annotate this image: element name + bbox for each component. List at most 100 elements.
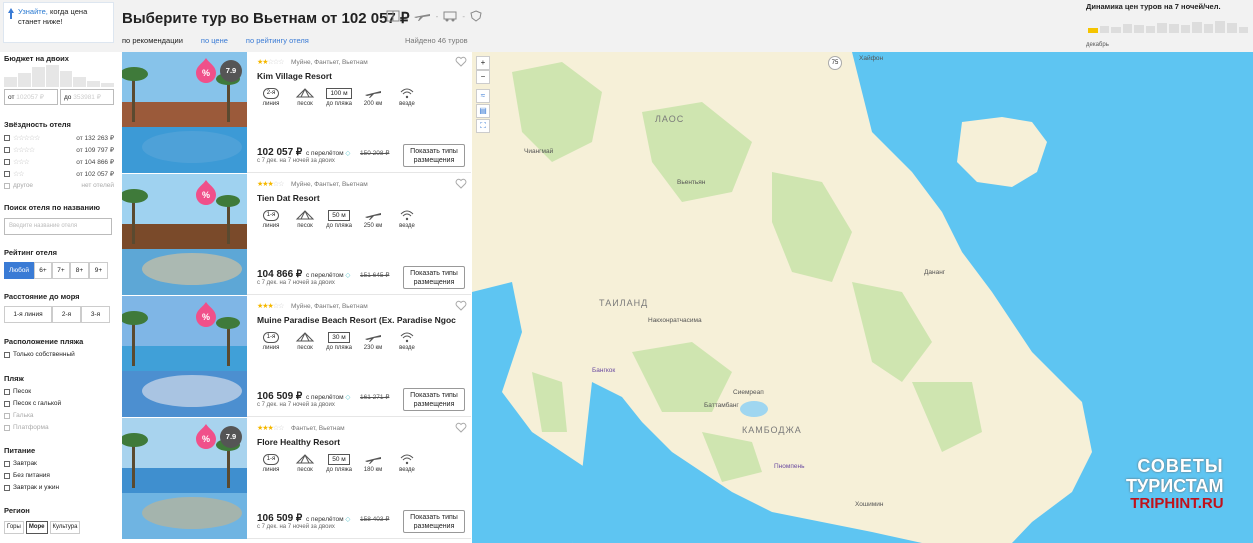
hotel-photo[interactable]: % 7.9 xyxy=(122,418,247,539)
hotel-photo[interactable]: % xyxy=(122,174,247,295)
sort-price[interactable]: по цене xyxy=(201,36,228,45)
favorite-heart-icon[interactable] xyxy=(455,178,467,189)
hotel-stars: ★★★☆☆ xyxy=(257,424,284,432)
sort-tabs: по рекомендации по цене по рейтингу отел… xyxy=(122,36,309,45)
hotel-search-input[interactable]: Введите название отеля xyxy=(4,218,112,235)
distance-label: до пляжа xyxy=(326,223,352,229)
hotel-name[interactable]: Kim Village Resort xyxy=(257,71,332,81)
city-nakhon: Накхонратчасима xyxy=(648,317,702,324)
beach-sand-pebble-checkbox[interactable]: Песок с галькой xyxy=(4,400,61,407)
region-culture[interactable]: Культура xyxy=(49,521,81,534)
beach-sand-checkbox[interactable]: Песок xyxy=(4,388,31,395)
map-zoom-out[interactable]: − xyxy=(476,70,490,84)
food-half-board-label: Завтрак и ужин xyxy=(13,484,60,491)
with-flight-label: с перелётом xyxy=(306,272,344,279)
stars-4-price: от 109 797 ₽ xyxy=(76,147,114,154)
stars-3-checkbox[interactable]: ☆☆☆ xyxy=(4,158,30,166)
wifi-icon xyxy=(400,210,414,221)
hotel-stars: ★★★☆☆ xyxy=(257,180,284,188)
map-fullscreen-icon[interactable]: ⛶ xyxy=(476,119,490,133)
feature-airport: 180 км xyxy=(359,452,387,473)
hotel-card[interactable]: % ★★★☆☆ Муйне, Фантьет, Вьетнам Tien Dat Re… xyxy=(122,174,471,295)
city-chiangmai: Чиангмай xyxy=(524,148,554,155)
show-rooms-button[interactable]: Показать типы размещения xyxy=(403,266,465,289)
show-rooms-button[interactable]: Показать типы размещения xyxy=(403,388,465,411)
region-sea[interactable]: Море xyxy=(25,521,48,534)
food-breakfast-checkbox[interactable]: Завтрак xyxy=(4,460,37,467)
hotel-stars-empty: ☆☆☆ xyxy=(267,59,285,66)
price-dynamics-month: декабрь xyxy=(1086,42,1109,48)
hotel-stars-filled: ★★ xyxy=(257,59,269,66)
favorite-heart-icon[interactable] xyxy=(455,300,467,311)
beach-platform-checkbox[interactable]: Платформа xyxy=(4,424,49,431)
sort-recommend[interactable]: по рекомендации xyxy=(122,36,183,45)
hotel-card[interactable]: % 7.9 ★★★☆☆ Фантьет, Вьетнам Flore Healthy R… xyxy=(122,418,471,539)
price-alert-promo[interactable]: Узнайте, когда цена станет ниже! xyxy=(3,2,114,43)
price-with-flight: с перелётом ◇ xyxy=(306,149,350,157)
rating-6[interactable]: 6+ xyxy=(34,262,52,279)
beach-sand-label: Песок xyxy=(13,388,32,395)
hotel-name[interactable]: Tien Dat Resort xyxy=(257,193,320,203)
beach-type: песок xyxy=(297,467,313,473)
with-flight-label: с перелётом xyxy=(306,394,344,401)
wifi-icon xyxy=(400,332,414,343)
hotel-name[interactable]: Flore Healthy Resort xyxy=(257,437,340,447)
budget-from-label: от xyxy=(8,94,15,101)
hotel-name[interactable]: Muine Paradise Beach Resort (Ex. Paradis… xyxy=(257,315,456,325)
feature-line: 1-я линия xyxy=(257,452,285,473)
discount-badge-icon: % xyxy=(196,424,216,449)
old-price: 151 645 ₽ xyxy=(360,272,390,279)
price-dynamics[interactable]: Динамика цен туров на 7 ночей/чел. декаб… xyxy=(1086,2,1251,50)
stars-2-checkbox[interactable]: ☆☆ xyxy=(4,170,25,178)
region-mountains[interactable]: Горы xyxy=(4,521,24,534)
diamond-icon: ◇ xyxy=(345,516,351,523)
rating-9[interactable]: 9+ xyxy=(89,262,108,279)
watermark-logo: СОВЕТЫ ТУРИСТАМ TRIPHINT.RU xyxy=(1126,456,1224,512)
own-beach-checkbox[interactable]: Только собственный xyxy=(4,351,75,358)
map-zoom-in[interactable]: + xyxy=(476,56,490,70)
favorite-heart-icon[interactable] xyxy=(455,56,467,67)
hotel-rating-badge: 7.9 xyxy=(220,60,242,82)
sort-rating[interactable]: по рейтингу отеля xyxy=(246,36,309,45)
food-none-checkbox[interactable]: Без питания xyxy=(4,472,50,479)
diamond-icon: ◇ xyxy=(345,394,351,401)
budget-to-input[interactable]: до 353981 ₽ xyxy=(60,89,114,105)
stars-other-price: нет отелей xyxy=(81,182,114,189)
stars-other-checkbox[interactable]: другое xyxy=(4,182,33,189)
price-alert-link[interactable]: Узнайте, xyxy=(18,7,48,16)
beach-type: песок xyxy=(297,345,313,351)
show-rooms-button[interactable]: Показать типы размещения xyxy=(403,510,465,533)
favorite-heart-icon[interactable] xyxy=(455,422,467,433)
hotel-card[interactable]: % 7.9 ★★☆☆☆ Муйне, Фантьет, Вьетнам Kim Vill… xyxy=(122,52,471,173)
map-layers-icon[interactable]: ≈ xyxy=(476,89,490,103)
rating-8[interactable]: 8+ xyxy=(70,262,89,279)
stars-4-checkbox[interactable]: ☆☆☆☆ xyxy=(4,146,35,154)
hotel-location: Фантьет, Вьетнам xyxy=(291,425,345,432)
beach-type: песок xyxy=(297,223,313,229)
airport-plane-icon xyxy=(365,335,381,342)
airport-distance: 180 км xyxy=(363,467,383,473)
price-with-flight: с перелётом ◇ xyxy=(306,271,350,279)
hotel-card[interactable]: % ★★★☆☆ Муйне, Фантьет, Вьетнам Muine Parad… xyxy=(122,296,471,417)
price-dynamics-bars[interactable] xyxy=(1088,19,1249,33)
hotel-photo[interactable]: % 7.9 xyxy=(122,52,247,173)
stars-4-label: ☆☆☆☆ xyxy=(13,147,35,154)
budget-from-input[interactable]: от 102057 ₽ xyxy=(4,89,58,105)
sea-line-2[interactable]: 2-я xyxy=(52,306,81,323)
feature-line: 1-я линия xyxy=(257,330,285,351)
show-rooms-button[interactable]: Показать типы размещения xyxy=(403,144,465,167)
stars-5-checkbox[interactable]: ☆☆☆☆☆ xyxy=(4,134,40,142)
sea-line-1[interactable]: 1-я линия xyxy=(4,306,52,323)
food-none-label: Без питания xyxy=(13,472,50,479)
region-buttons: Горы Море Культура xyxy=(4,521,81,534)
hotel-photo[interactable]: % xyxy=(122,296,247,417)
map-hotels-icon[interactable]: ▤ xyxy=(476,104,490,118)
rating-any[interactable]: Любой xyxy=(4,262,34,279)
sea-line-3[interactable]: 3-я xyxy=(81,306,110,323)
food-half-board-checkbox[interactable]: Завтрак и ужин xyxy=(4,484,59,491)
stars-5-price: от 132 263 ₽ xyxy=(76,135,114,142)
wifi-label: везде xyxy=(399,101,415,107)
rating-7[interactable]: 7+ xyxy=(52,262,70,279)
beach-pebble-checkbox[interactable]: Галька xyxy=(4,412,34,419)
hotel-icon xyxy=(386,10,400,22)
